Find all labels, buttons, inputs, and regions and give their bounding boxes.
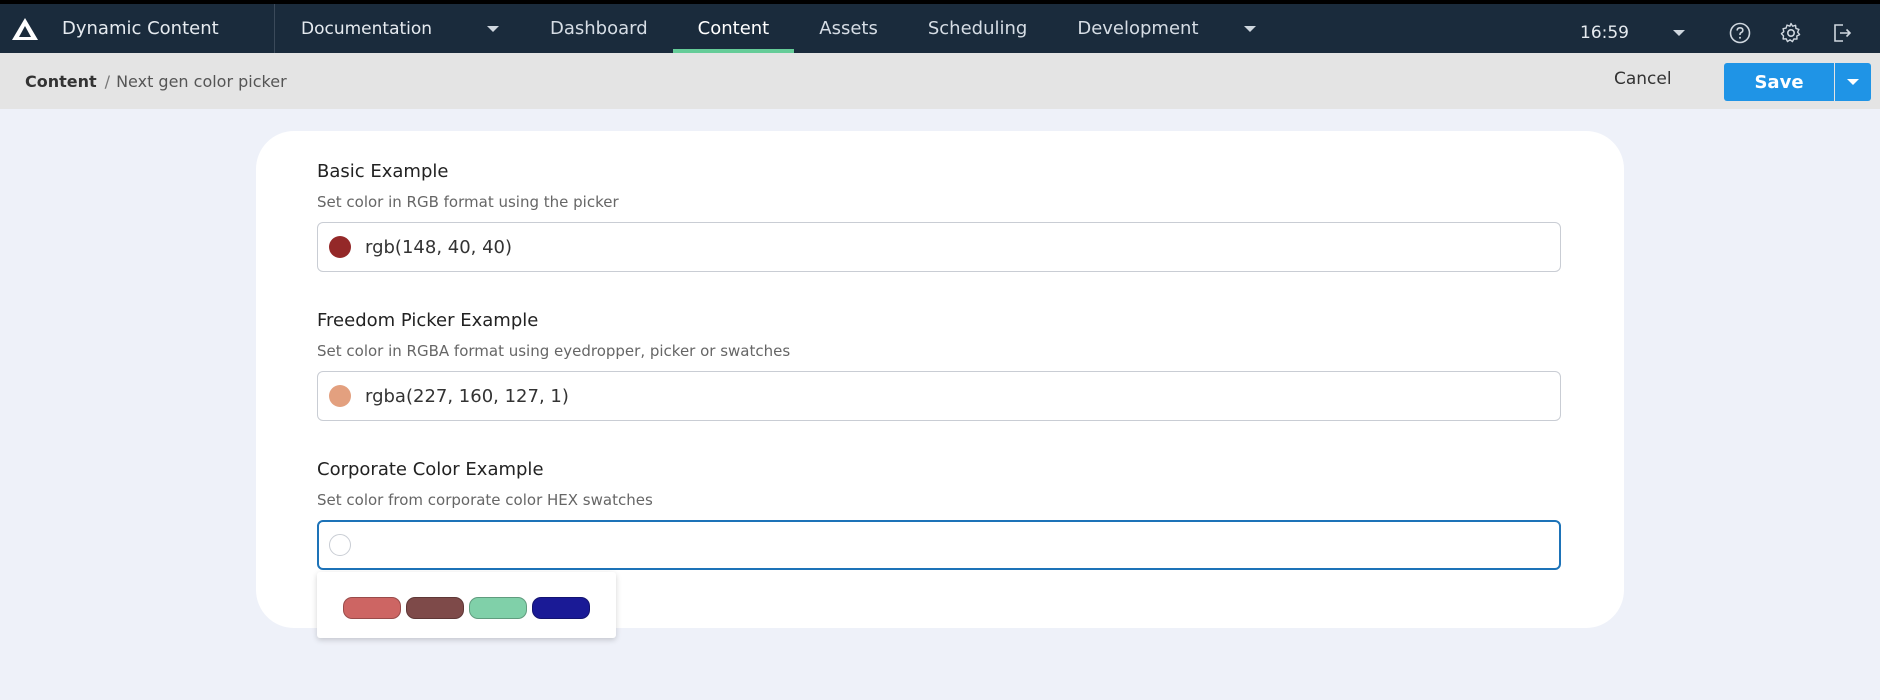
field-description: Set color in RGB format using the picker [317,193,619,211]
color-swatch-preview[interactable] [329,534,351,556]
breadcrumb-root[interactable]: Content [25,72,97,91]
swatch-chip[interactable] [469,597,527,619]
color-value: rgba(227, 160, 127, 1) [365,385,569,407]
hub-selector[interactable]: Documentation [275,4,525,53]
field-title: Freedom Picker Example [317,310,539,331]
save-options-button[interactable] [1835,63,1871,101]
sub-header: Content / Next gen color picker Cancel Sav… [0,53,1880,109]
chevron-down-icon [487,25,499,32]
tab-assets[interactable]: Assets [794,4,903,53]
top-navigation: Dynamic Content Documentation Dashboard … [0,0,1880,53]
swatch-chip[interactable] [532,597,590,619]
chevron-down-icon [1243,25,1256,32]
swatch-chip[interactable] [406,597,464,619]
logout-icon[interactable] [1829,20,1855,46]
hub-label: Documentation [301,18,433,39]
field-description: Set color from corporate color HEX swatc… [317,491,653,509]
save-button[interactable]: Save [1724,63,1834,101]
app-name: Dynamic Content [62,18,219,39]
field-title: Basic Example [317,161,449,182]
tab-scheduling[interactable]: Scheduling [903,4,1052,53]
color-value: rgb(148, 40, 40) [365,236,513,258]
field-description: Set color in RGBA format using eyedroppe… [317,342,791,360]
corporate-swatch-popover [317,572,616,638]
nav-right: 16:59 [1580,8,1880,57]
time-display: 16:59 [1580,22,1629,43]
breadcrumb-current: Next gen color picker [116,71,287,91]
tab-development[interactable]: Development [1052,4,1223,53]
corporate-color-field: Corporate Color Example Set color from c… [317,459,1561,570]
color-input[interactable]: rgb(148, 40, 40) [317,222,1561,272]
color-input[interactable]: rgba(227, 160, 127, 1) [317,371,1561,421]
color-swatch-preview[interactable] [329,385,351,407]
chevron-down-icon [1847,79,1859,85]
color-swatch-preview[interactable] [329,236,351,258]
help-circle-icon[interactable] [1727,20,1753,46]
amplience-logo-icon[interactable] [0,4,50,53]
freedom-picker-field: Freedom Picker Example Set color in RGBA… [317,310,1561,421]
basic-example-field: Basic Example Set color in RGB format us… [317,161,1561,272]
gear-icon[interactable] [1778,20,1804,46]
chevron-down-icon[interactable] [1673,29,1685,36]
development-menu-toggle[interactable] [1224,4,1270,53]
swatch-chip[interactable] [343,597,401,619]
cancel-button[interactable]: Cancel [1614,69,1672,89]
tab-dashboard[interactable]: Dashboard [525,4,673,53]
content-form-card: Basic Example Set color in RGB format us… [256,131,1624,628]
color-input[interactable] [317,520,1561,570]
breadcrumb: Content / Next gen color picker [0,72,287,91]
breadcrumb-separator: / [104,71,111,91]
tab-content[interactable]: Content [672,4,795,53]
field-title: Corporate Color Example [317,459,544,480]
